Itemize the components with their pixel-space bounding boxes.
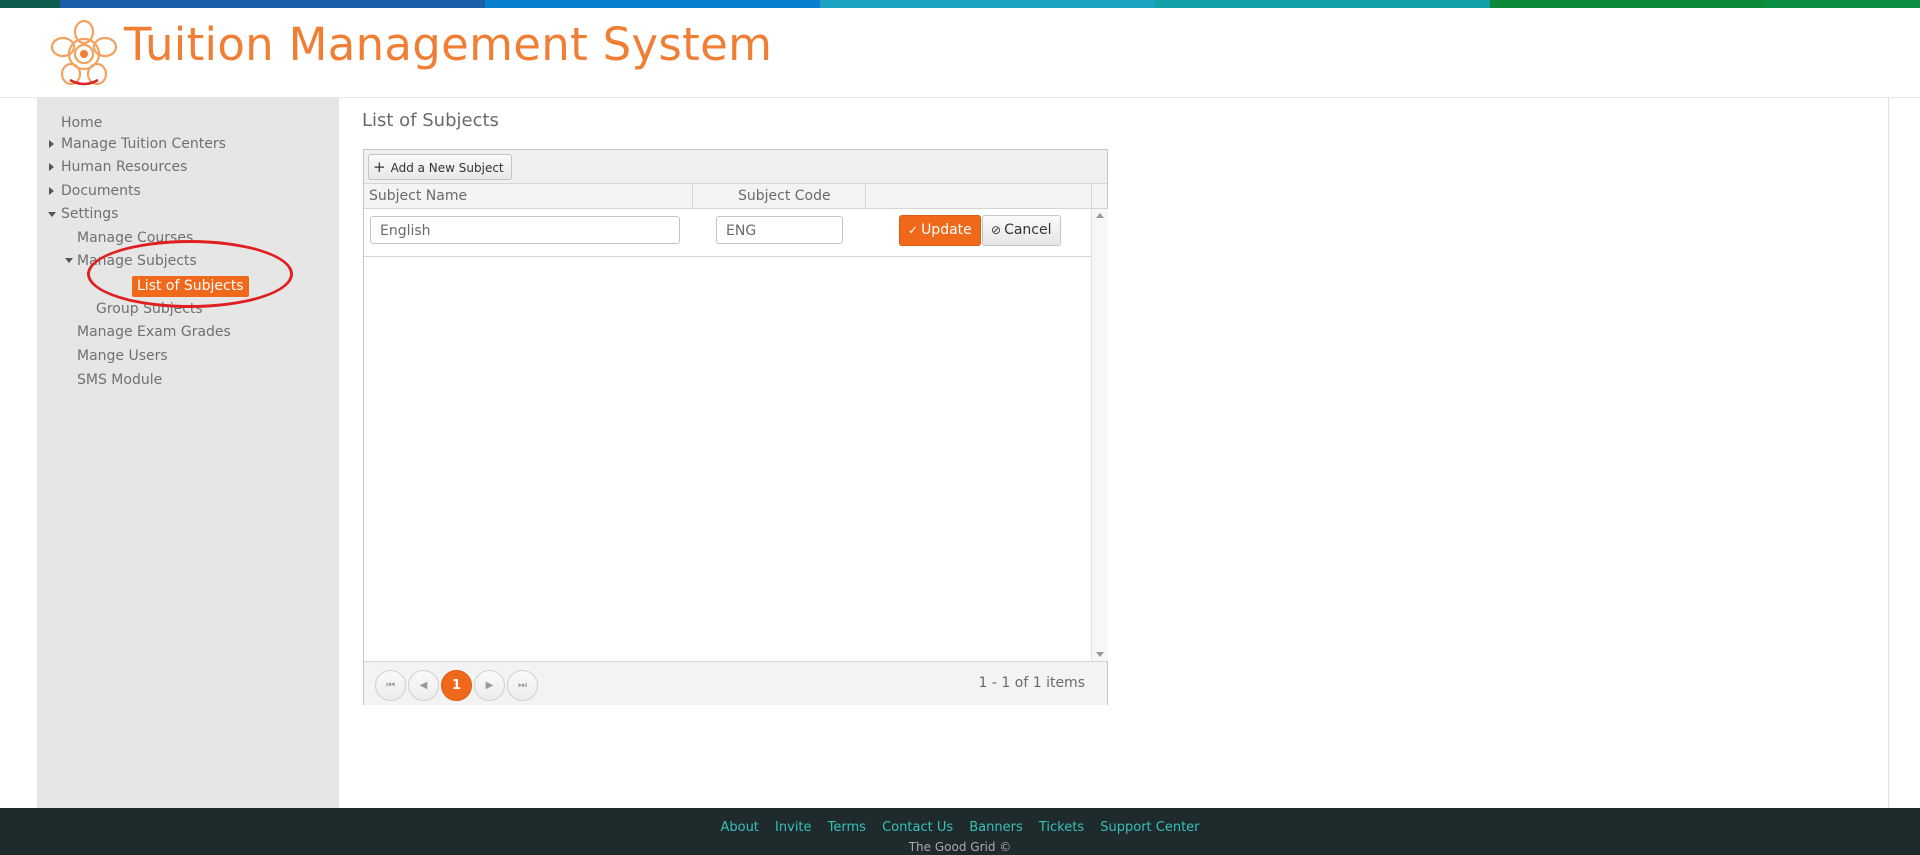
header: Tuition Management System — [0, 8, 1920, 98]
topbar-segment — [0, 0, 60, 8]
footer-link-invite[interactable]: Invite — [775, 820, 811, 835]
subject-code-input[interactable]: ENG — [716, 216, 843, 244]
footer-link-support[interactable]: Support Center — [1100, 820, 1199, 835]
column-header-subject-code[interactable]: Subject Code — [738, 184, 831, 208]
nav-settings[interactable]: Settings — [61, 206, 118, 222]
page-title: List of Subjects — [362, 110, 499, 131]
check-icon: ✓ — [908, 223, 919, 237]
expand-arrow-icon[interactable] — [49, 187, 54, 195]
cancel-label: Cancel — [1004, 222, 1052, 238]
expand-arrow-icon[interactable] — [49, 163, 54, 171]
table-row-editing: English ENG ✓ Update ⊘ Cancel — [364, 209, 1091, 257]
add-subject-label: Add a New Subject — [390, 161, 504, 175]
grid-scrollbar[interactable] — [1091, 209, 1108, 661]
grid-pager: ⏮ ◀ 1 ▶ ⏭ 1 - 1 of 1 items — [364, 661, 1107, 705]
app-title: Tuition Management System — [124, 18, 773, 71]
update-label: Update — [921, 222, 972, 238]
footer-link-terms[interactable]: Terms — [828, 820, 866, 835]
nav-group-subjects[interactable]: Group Subjects — [96, 301, 203, 317]
nav-manage-exam-grades[interactable]: Manage Exam Grades — [77, 324, 231, 340]
column-header-subject-name[interactable]: Subject Name — [369, 184, 467, 208]
sidebar: Home Manage Tuition Centers Human Resour… — [37, 98, 339, 808]
flower-logo-icon[interactable] — [48, 18, 120, 90]
topbar-segment — [1765, 0, 1920, 8]
topbar-segment — [1155, 0, 1490, 8]
pager-next-icon[interactable]: ▶ — [474, 670, 505, 701]
footer: About Invite Terms Contact Us Banners Ti… — [0, 808, 1920, 855]
pager-current-page[interactable]: 1 — [441, 670, 472, 701]
nav-home[interactable]: Home — [61, 115, 102, 131]
nav-mange-users[interactable]: Mange Users — [77, 348, 168, 364]
expand-arrow-icon[interactable] — [49, 140, 54, 148]
footer-links: About Invite Terms Contact Us Banners Ti… — [0, 820, 1920, 835]
nav-human-resources[interactable]: Human Resources — [61, 159, 187, 175]
topbar-segment — [1490, 0, 1765, 8]
pager-prev-icon[interactable]: ◀ — [408, 670, 439, 701]
nav-manage-courses[interactable]: Manage Courses — [77, 230, 193, 246]
nav-sms-module[interactable]: SMS Module — [77, 372, 162, 388]
grid-toolbar: + Add a New Subject — [364, 150, 1107, 184]
footer-link-contact[interactable]: Contact Us — [882, 820, 953, 835]
topbar-segment — [485, 0, 820, 8]
subjects-grid: + Add a New Subject Subject Name Subject … — [363, 149, 1108, 705]
update-button[interactable]: ✓ Update — [899, 215, 981, 246]
top-color-bar — [0, 0, 1920, 8]
footer-copyright: The Good Grid © — [908, 840, 1012, 854]
collapse-arrow-icon[interactable] — [48, 212, 56, 217]
column-divider — [1091, 184, 1092, 208]
pager-last-icon[interactable]: ⏭ — [507, 670, 538, 701]
add-subject-button[interactable]: + Add a New Subject — [368, 154, 512, 180]
red-circle-annotation — [87, 240, 293, 308]
cancel-icon: ⊘ — [991, 223, 1002, 237]
pager-first-icon[interactable]: ⏮ — [375, 670, 406, 701]
footer-link-about[interactable]: About — [720, 820, 758, 835]
nav-list-of-subjects[interactable]: List of Subjects — [132, 276, 249, 297]
topbar-segment — [60, 0, 485, 8]
cancel-button[interactable]: ⊘ Cancel — [982, 215, 1061, 246]
pager-info: 1 - 1 of 1 items — [978, 675, 1085, 691]
plus-icon: + — [373, 158, 386, 176]
grid-header: Subject Name Subject Code — [364, 184, 1107, 209]
nav-documents[interactable]: Documents — [61, 183, 141, 199]
topbar-segment — [820, 0, 1155, 8]
scroll-up-icon[interactable] — [1096, 213, 1104, 218]
content-right-border — [1888, 98, 1889, 808]
collapse-arrow-icon[interactable] — [65, 258, 73, 263]
subject-name-input[interactable]: English — [370, 216, 680, 244]
footer-link-tickets[interactable]: Tickets — [1039, 820, 1084, 835]
nav-manage-subjects[interactable]: Manage Subjects — [77, 253, 197, 269]
footer-link-banners[interactable]: Banners — [969, 820, 1022, 835]
nav-manage-tuition-centers[interactable]: Manage Tuition Centers — [61, 136, 226, 152]
scroll-down-icon[interactable] — [1096, 652, 1104, 657]
